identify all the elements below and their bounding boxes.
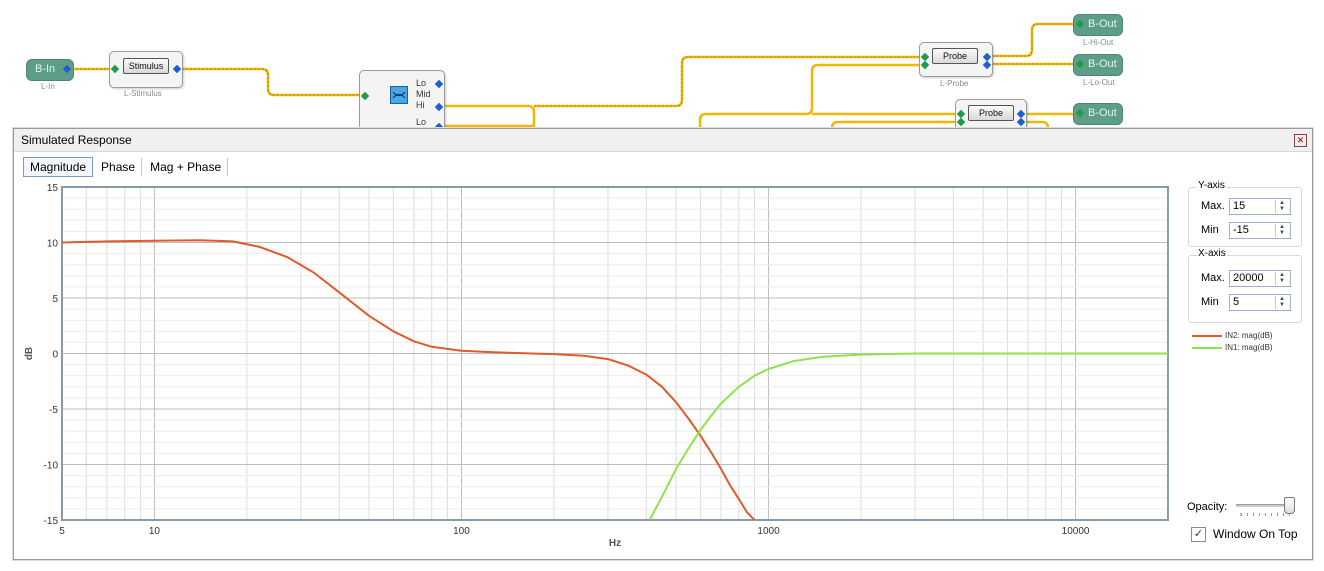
tab-phase[interactable]: Phase [95,158,143,176]
legend-item-in1: IN1: mag(dB) [1192,343,1273,352]
input-port-icon[interactable] [1075,59,1085,69]
b-out-3-block[interactable]: B-Out [1073,103,1123,125]
spinner-icon[interactable]: ▲ ▼ [1275,272,1288,285]
output-port-icon[interactable] [434,79,444,89]
y-min-label: Min [1201,224,1219,236]
input-port-icon[interactable] [956,117,966,127]
x-min-label: Min [1201,296,1219,308]
crossover-ports: Lo Mid Hi Lo [416,78,431,128]
legend-label: IN1: mag(dB) [1225,343,1273,352]
output-port-icon[interactable] [982,60,992,70]
y-tick-label: -5 [49,405,58,416]
x-axis-group: X-axis Max. 20000 ▲ ▼ Min 5 ▲ ▼ [1188,248,1302,323]
crossover-block[interactable]: Lo Mid Hi Lo [359,70,445,132]
wire-probe1-lo [698,63,922,128]
y-tick-label: 0 [52,350,58,361]
window-on-top-checkbox[interactable]: ✓ [1191,527,1206,542]
probe-1-sublabel: L-Probe [940,79,969,88]
output-port-icon[interactable] [1016,117,1026,127]
opacity-label: Opacity: [1187,501,1228,513]
b-out-lo-block[interactable]: B-Out [1073,54,1123,76]
y-axis-group: Y-axis Max. 15 ▲ ▼ Min -15 ▲ ▼ [1188,180,1302,247]
close-button[interactable]: ✕ [1294,134,1307,147]
window-title: Simulated Response [21,133,132,147]
b-out-hi-block[interactable]: B-Out [1073,14,1123,36]
output-port-icon[interactable] [434,102,444,112]
x-tick-label: 5 [59,526,65,537]
output-port-icon[interactable] [172,64,182,74]
probe-block-1[interactable]: Probe [919,42,993,77]
spinner-icon[interactable]: ▲ ▼ [1275,296,1288,309]
legend-item-in2: IN2: mag(dB) [1192,331,1273,340]
b-out-hi-sublabel: L-Hi-Out [1083,38,1114,47]
x-min-field[interactable]: 5 ▲ ▼ [1229,294,1291,311]
spinner-icon[interactable]: ▲ ▼ [1275,224,1288,237]
checkmark-icon: ✓ [1193,527,1204,540]
y-tick-label: -15 [44,516,59,527]
x-max-field[interactable]: 20000 ▲ ▼ [1229,270,1291,287]
x-tick-label: 10 [149,526,161,537]
y-tick-label: 5 [52,294,58,305]
legend-label: IN2: mag(dB) [1225,331,1273,340]
spinner-icon[interactable]: ▲ ▼ [1275,200,1288,213]
port-label-lo2: Lo [416,117,427,127]
slider-ticks [1240,513,1291,516]
legend-swatch [1192,346,1222,349]
y-min-value: -15 [1233,224,1249,236]
probe-1-label: Probe [932,48,978,64]
view-tabs: Magnitude Phase Mag + Phase [23,156,230,177]
x-max-label: Max. [1201,272,1225,284]
port-label-lo: Lo [416,78,427,88]
window-on-top-label: Window On Top [1213,527,1298,541]
x-tick-label: 10000 [1062,526,1090,537]
y-axis-label: dB [24,347,35,360]
x-tick-labels: 5 10 100 1000 10000 [59,526,1090,537]
tab-magnitude[interactable]: Magnitude [23,157,94,177]
b-out-3-label: B-Out [1088,107,1117,119]
input-port-icon[interactable] [360,91,370,101]
x-max-value: 20000 [1233,272,1264,284]
stimulus-sublabel: L-Stimulus [124,89,162,98]
x-axis-title: X-axis [1197,248,1227,259]
x-tick-label: 1000 [757,526,780,537]
magnitude-chart: 15 10 5 0 -5 -10 -15 5 10 100 1000 10000 Hz dB [24,183,1169,549]
slider-thumb[interactable] [1284,497,1295,514]
tab-mag-phase[interactable]: Mag + Phase [144,158,229,176]
stimulus-block[interactable]: Stimulus [109,51,183,88]
x-axis-label: Hz [609,538,621,549]
b-out-lo-sublabel: L-Lo-Out [1083,78,1115,87]
b-in-label: B-In [35,63,56,75]
b-out-lo-label: B-Out [1088,58,1117,70]
y-tick-label: 10 [47,239,59,250]
x-tick-label: 100 [453,526,470,537]
y-max-field[interactable]: 15 ▲ ▼ [1229,198,1291,215]
wire-hi-out [440,104,536,128]
input-port-icon[interactable] [110,64,120,74]
y-tick-labels: 15 10 5 0 -5 -10 -15 [44,183,59,527]
simulated-response-window[interactable]: Simulated Response ✕ Magnitude Phase Mag +… [13,128,1313,560]
b-in-sublabel: L-In [41,82,55,91]
y-max-value: 15 [1233,200,1246,212]
b-in-block[interactable]: B-In [26,59,74,81]
input-port-icon[interactable] [920,60,930,70]
x-min-value: 5 [1233,296,1240,308]
window-titlebar[interactable]: Simulated Response ✕ [14,129,1312,152]
y-tick-label: 15 [47,183,59,194]
legend-swatch [1192,334,1222,337]
opacity-slider[interactable] [1236,497,1295,517]
output-port-icon[interactable] [62,64,72,74]
b-out-hi-label: B-Out [1088,18,1117,30]
y-tick-label: -10 [44,461,59,472]
y-max-label: Max. [1201,200,1225,212]
y-axis-title: Y-axis [1197,180,1226,191]
port-label-mid: Mid [416,89,431,99]
y-min-field[interactable]: -15 ▲ ▼ [1229,222,1291,239]
input-port-icon[interactable] [1075,108,1085,118]
input-port-icon[interactable] [1075,19,1085,29]
crossover-icon [390,86,408,104]
probe-2-label: Probe [968,105,1014,121]
port-label-hi: Hi [416,100,425,110]
wire-stimulus-crossover [178,67,364,97]
stimulus-label: Stimulus [123,58,169,74]
